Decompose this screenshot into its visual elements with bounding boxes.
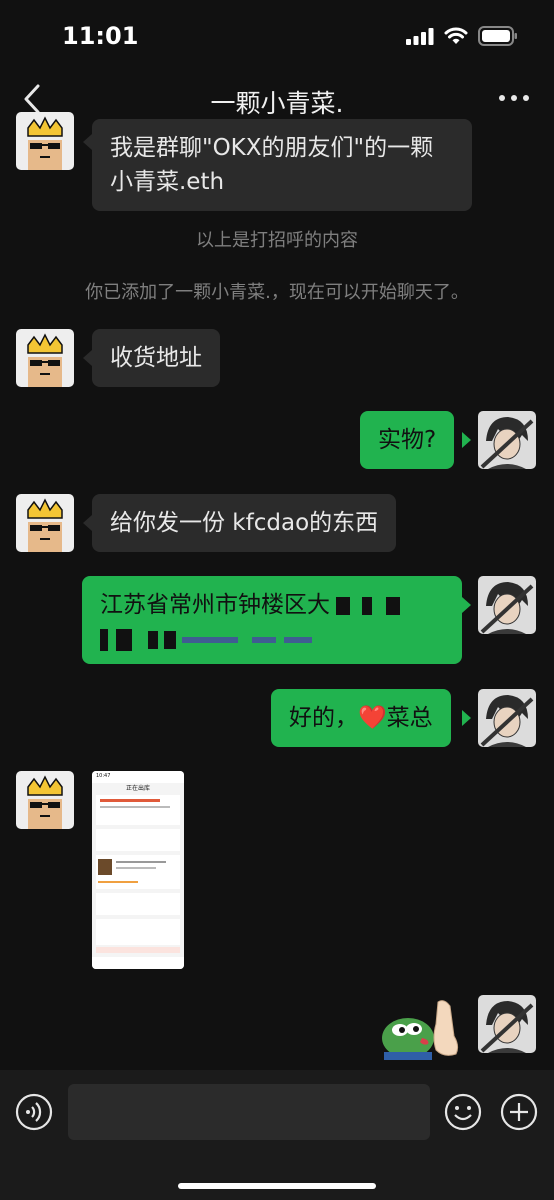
bubble-tail xyxy=(83,515,92,531)
message-bubble-outgoing[interactable]: 实物? xyxy=(360,411,455,469)
redaction-block xyxy=(148,630,158,649)
message-input[interactable] xyxy=(68,1084,430,1140)
message-text: 给你发一份 kfcdao的东西 xyxy=(110,510,379,536)
message-bubble-outgoing[interactable]: 江苏省常州市钟楼区大 xyxy=(82,576,462,664)
system-message: 以上是打招呼的内容 xyxy=(196,230,358,251)
bubble-tail xyxy=(83,350,92,366)
battery-icon xyxy=(478,26,517,46)
thumb-line xyxy=(100,799,160,802)
more-dots-icon[interactable] xyxy=(498,90,530,106)
bubble-tail xyxy=(462,710,471,726)
bubble-tail xyxy=(83,134,92,150)
contact-avatar[interactable] xyxy=(16,771,74,829)
thumb-product-image xyxy=(98,859,112,875)
my-avatar[interactable] xyxy=(478,576,536,634)
chat-title: 一颗小青菜. xyxy=(210,89,344,118)
thumb-footer xyxy=(92,957,184,969)
message-bubble-incoming[interactable]: 收货地址 xyxy=(92,329,220,387)
heart-emoji-icon: ❤️ xyxy=(358,705,387,731)
redaction-block xyxy=(386,596,400,615)
thumb-card xyxy=(96,829,180,851)
thumb-banner xyxy=(96,947,180,953)
home-indicator[interactable] xyxy=(178,1183,376,1189)
message-text: 我是群聊"OKX的朋友们"的一颗 xyxy=(110,135,434,161)
address-text: 江苏省常州市钟楼区大 xyxy=(100,592,330,618)
message-bubble-incoming[interactable]: 我是群聊"OKX的朋友们"的一颗 小青菜.eth xyxy=(92,119,472,211)
contact-avatar[interactable] xyxy=(16,329,74,387)
redaction-line xyxy=(284,636,312,643)
my-avatar[interactable] xyxy=(478,411,536,469)
message-text: 小青菜.eth xyxy=(110,169,225,195)
input-bar xyxy=(0,1070,554,1200)
thumb-card xyxy=(96,919,180,945)
status-bar: 11:01 xyxy=(0,0,554,70)
redaction-line xyxy=(182,636,238,643)
redaction-block xyxy=(164,630,176,649)
thumb-line xyxy=(100,806,170,808)
wifi-icon xyxy=(444,27,468,44)
message-text: 实物? xyxy=(378,427,437,453)
thumb-line xyxy=(116,867,156,869)
contact-avatar[interactable] xyxy=(16,494,74,552)
plus-icon[interactable] xyxy=(500,1093,538,1131)
thumb-line xyxy=(98,881,138,883)
thumb-title: 正在出库 xyxy=(125,785,150,792)
contact-avatar[interactable] xyxy=(16,112,74,170)
my-avatar[interactable] xyxy=(478,995,536,1053)
my-avatar[interactable] xyxy=(478,689,536,747)
message-text: 菜总 xyxy=(386,705,433,731)
redaction-line xyxy=(252,636,276,643)
message-bubble-outgoing[interactable]: 好的，❤️菜总 xyxy=(271,689,451,747)
status-time: 11:01 xyxy=(62,22,139,50)
message-text: 好的， xyxy=(289,705,358,731)
thumb-card xyxy=(96,893,180,915)
redaction-block xyxy=(362,596,372,615)
voice-icon[interactable] xyxy=(15,1093,53,1131)
pepe-sticker-icon[interactable] xyxy=(378,998,470,1060)
redaction-block xyxy=(116,628,132,651)
emoji-icon[interactable] xyxy=(444,1093,482,1131)
thumb-time: 10:47 xyxy=(96,773,111,779)
chat-screen: 11:01 一颗小青菜. 我是群聊"OKX的朋友们"的一颗 小青菜.eth 以上… xyxy=(0,0,554,1200)
bubble-tail xyxy=(462,432,471,448)
cellular-signal-icon xyxy=(406,28,434,45)
screenshot-image-message[interactable]: 10:47 正在出库 xyxy=(92,771,184,969)
redaction-block xyxy=(336,596,350,615)
message-bubble-incoming[interactable]: 给你发一份 kfcdao的东西 xyxy=(92,494,397,552)
message-text: 收货地址 xyxy=(110,345,202,371)
redaction-block xyxy=(100,628,108,651)
bubble-tail xyxy=(462,597,471,613)
thumb-line xyxy=(116,861,166,863)
system-message: 你已添加了一颗小青菜.，现在可以开始聊天了。 xyxy=(85,282,469,303)
